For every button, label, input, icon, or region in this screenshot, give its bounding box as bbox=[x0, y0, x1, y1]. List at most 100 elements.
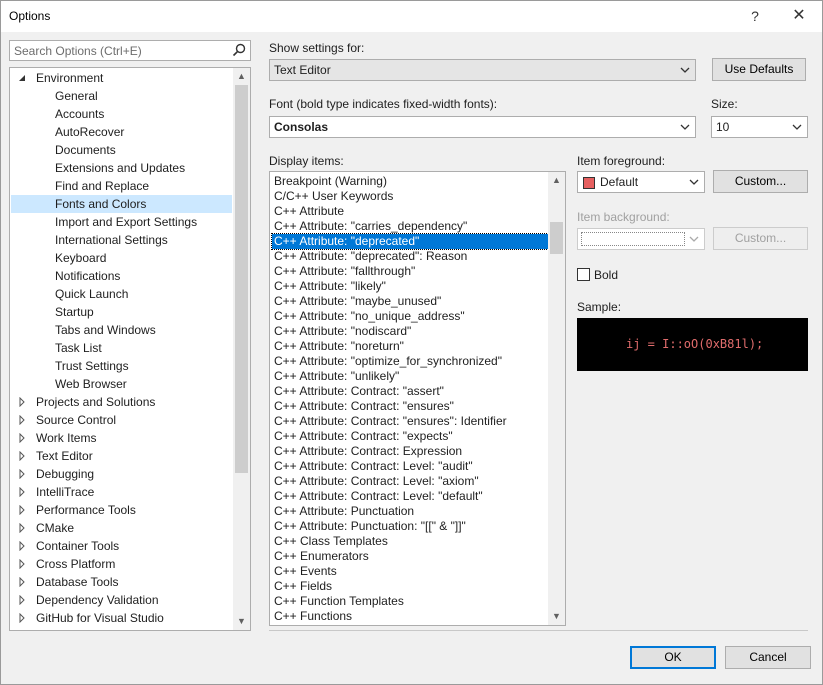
collapsed-arrow-icon[interactable] bbox=[17, 523, 27, 533]
help-button[interactable]: ? bbox=[745, 7, 765, 25]
tree-item[interactable]: Keyboard bbox=[11, 249, 232, 267]
display-item[interactable]: C++ Function Templates bbox=[272, 594, 548, 609]
tree-item[interactable]: Extensions and Updates bbox=[11, 159, 232, 177]
scroll-down-arrow-icon[interactable]: ▼ bbox=[233, 613, 250, 630]
tree-item[interactable]: CMake bbox=[11, 519, 232, 537]
tree-scrollbar[interactable]: ▲ ▼ bbox=[233, 68, 250, 630]
display-item[interactable]: C++ Attribute: "deprecated" bbox=[271, 233, 549, 250]
display-item[interactable]: C++ Attribute: Contract: "ensures": Iden… bbox=[272, 414, 548, 429]
show-settings-combo[interactable]: Text Editor bbox=[269, 59, 696, 81]
item-foreground-combo[interactable]: Default bbox=[577, 171, 705, 193]
tree-item[interactable]: General bbox=[11, 87, 232, 105]
tree-item[interactable]: Task List bbox=[11, 339, 232, 357]
display-item[interactable]: C++ Attribute: "optimize_for_synchronize… bbox=[272, 354, 548, 369]
display-item[interactable]: C++ Attribute: Punctuation bbox=[272, 504, 548, 519]
display-item[interactable]: C++ Attribute: Contract: Level: "default… bbox=[272, 489, 548, 504]
collapsed-arrow-icon[interactable] bbox=[17, 613, 27, 623]
collapsed-arrow-icon[interactable] bbox=[17, 451, 27, 461]
tree-item[interactable]: Cross Platform bbox=[11, 555, 232, 573]
display-item[interactable]: C++ Attribute: Contract: "ensures" bbox=[272, 399, 548, 414]
tree-item[interactable]: IntelliTrace bbox=[11, 483, 232, 501]
expanded-arrow-icon[interactable] bbox=[17, 73, 27, 83]
display-item[interactable]: C++ Attribute: "no_unique_address" bbox=[272, 309, 548, 324]
collapsed-arrow-icon[interactable] bbox=[17, 541, 27, 551]
tree-item[interactable]: Debugging bbox=[11, 465, 232, 483]
collapsed-arrow-icon[interactable] bbox=[17, 433, 27, 443]
search-icon[interactable] bbox=[232, 43, 246, 57]
display-item[interactable]: C++ Class Templates bbox=[272, 534, 548, 549]
display-item[interactable]: C++ Attribute: Contract: "expects" bbox=[272, 429, 548, 444]
display-item[interactable]: C++ Attribute bbox=[272, 204, 548, 219]
scroll-down-arrow-icon[interactable]: ▼ bbox=[548, 608, 565, 625]
display-item[interactable]: C++ Attribute: "noreturn" bbox=[272, 339, 548, 354]
display-item[interactable]: C++ Fields bbox=[272, 579, 548, 594]
display-item[interactable]: C++ Enumerators bbox=[272, 549, 548, 564]
tree-item[interactable]: Performance Tools bbox=[11, 501, 232, 519]
display-items-list[interactable]: Breakpoint (Warning) C/C++ User Keywords C… bbox=[269, 171, 566, 626]
tree-item[interactable]: International Settings bbox=[11, 231, 232, 249]
display-item[interactable]: C++ Attribute: Punctuation: "[[" & "]]" bbox=[272, 519, 548, 534]
tree-item[interactable]: GitHub for Visual Studio bbox=[11, 609, 232, 627]
tree-item[interactable]: Database Tools bbox=[11, 573, 232, 591]
display-item[interactable]: Breakpoint (Warning) bbox=[272, 174, 548, 189]
display-item[interactable]: C++ Attribute: "unlikely" bbox=[272, 369, 548, 384]
display-item[interactable]: C++ Events bbox=[272, 564, 548, 579]
collapsed-arrow-icon[interactable] bbox=[17, 595, 27, 605]
display-item[interactable]: C++ Attribute: "maybe_unused" bbox=[272, 294, 548, 309]
ok-button[interactable]: OK bbox=[630, 646, 716, 669]
collapsed-arrow-icon[interactable] bbox=[17, 397, 27, 407]
display-item[interactable]: C++ Attribute: Contract: Level: "audit" bbox=[272, 459, 548, 474]
tree-item[interactable]: Documents bbox=[11, 141, 232, 159]
display-item[interactable]: C++ Attribute: "nodiscard" bbox=[272, 324, 548, 339]
foreground-custom-button[interactable]: Custom... bbox=[713, 170, 808, 193]
tree-item[interactable]: Import and Export Settings bbox=[11, 213, 232, 231]
use-defaults-button[interactable]: Use Defaults bbox=[712, 58, 806, 81]
scroll-thumb[interactable] bbox=[550, 222, 563, 254]
display-item[interactable]: C++ Attribute: Contract: Level: "axiom" bbox=[272, 474, 548, 489]
font-combo[interactable]: Consolas bbox=[269, 116, 696, 138]
tree-item[interactable]: Text Editor bbox=[11, 447, 232, 465]
scroll-up-arrow-icon[interactable]: ▲ bbox=[233, 68, 250, 85]
bold-checkbox[interactable] bbox=[577, 268, 590, 281]
collapsed-arrow-icon[interactable] bbox=[17, 415, 27, 425]
display-items-scrollbar[interactable]: ▲ ▼ bbox=[548, 172, 565, 625]
tree-item[interactable]: AutoRecover bbox=[11, 123, 232, 141]
display-item[interactable]: C++ Attribute: "carries_dependency" bbox=[272, 219, 548, 234]
tree-item[interactable]: Work Items bbox=[11, 429, 232, 447]
collapsed-arrow-icon[interactable] bbox=[17, 577, 27, 587]
display-item[interactable]: C++ Attribute: Contract: "assert" bbox=[272, 384, 548, 399]
collapsed-arrow-icon[interactable] bbox=[17, 469, 27, 479]
close-button[interactable]: ✕ bbox=[789, 7, 809, 25]
tree-item[interactable]: Source Control bbox=[11, 411, 232, 429]
tree-item[interactable]: Notifications bbox=[11, 267, 232, 285]
item-background-combo[interactable] bbox=[577, 228, 705, 250]
tree-item[interactable]: Dependency Validation bbox=[11, 591, 232, 609]
display-item[interactable]: C++ Functions bbox=[272, 609, 548, 624]
tree-item[interactable]: Fonts and Colors bbox=[11, 195, 232, 213]
display-item[interactable]: C++ Attribute: "fallthrough" bbox=[272, 264, 548, 279]
search-options-input[interactable]: Search Options (Ctrl+E) bbox=[9, 40, 251, 61]
collapsed-arrow-icon[interactable] bbox=[17, 559, 27, 569]
collapsed-arrow-icon[interactable] bbox=[17, 487, 27, 497]
tree-item[interactable]: Startup bbox=[11, 303, 232, 321]
tree-item[interactable]: Projects and Solutions bbox=[11, 393, 232, 411]
tree-item[interactable]: Trust Settings bbox=[11, 357, 232, 375]
tree-item[interactable]: Environment bbox=[11, 69, 232, 87]
display-item[interactable]: C++ Attribute: "likely" bbox=[272, 279, 548, 294]
tree-item[interactable]: Container Tools bbox=[11, 537, 232, 555]
scroll-up-arrow-icon[interactable]: ▲ bbox=[548, 172, 565, 189]
options-tree[interactable]: Environment General Accounts AutoRecover Doc… bbox=[9, 67, 251, 631]
tree-item[interactable]: Web Browser bbox=[11, 375, 232, 393]
cancel-button[interactable]: Cancel bbox=[725, 646, 811, 669]
display-item[interactable]: C++ Attribute: "deprecated": Reason bbox=[272, 249, 548, 264]
size-combo[interactable]: 10 bbox=[711, 116, 808, 138]
tree-item[interactable]: Accounts bbox=[11, 105, 232, 123]
collapsed-arrow-icon[interactable] bbox=[17, 505, 27, 515]
display-item[interactable]: C++ Attribute: Contract: Expression bbox=[272, 444, 548, 459]
background-custom-button[interactable]: Custom... bbox=[713, 227, 808, 250]
display-item[interactable]: C/C++ User Keywords bbox=[272, 189, 548, 204]
tree-item[interactable]: Tabs and Windows bbox=[11, 321, 232, 339]
tree-item[interactable]: Quick Launch bbox=[11, 285, 232, 303]
tree-item[interactable]: Find and Replace bbox=[11, 177, 232, 195]
scroll-thumb[interactable] bbox=[235, 85, 248, 473]
